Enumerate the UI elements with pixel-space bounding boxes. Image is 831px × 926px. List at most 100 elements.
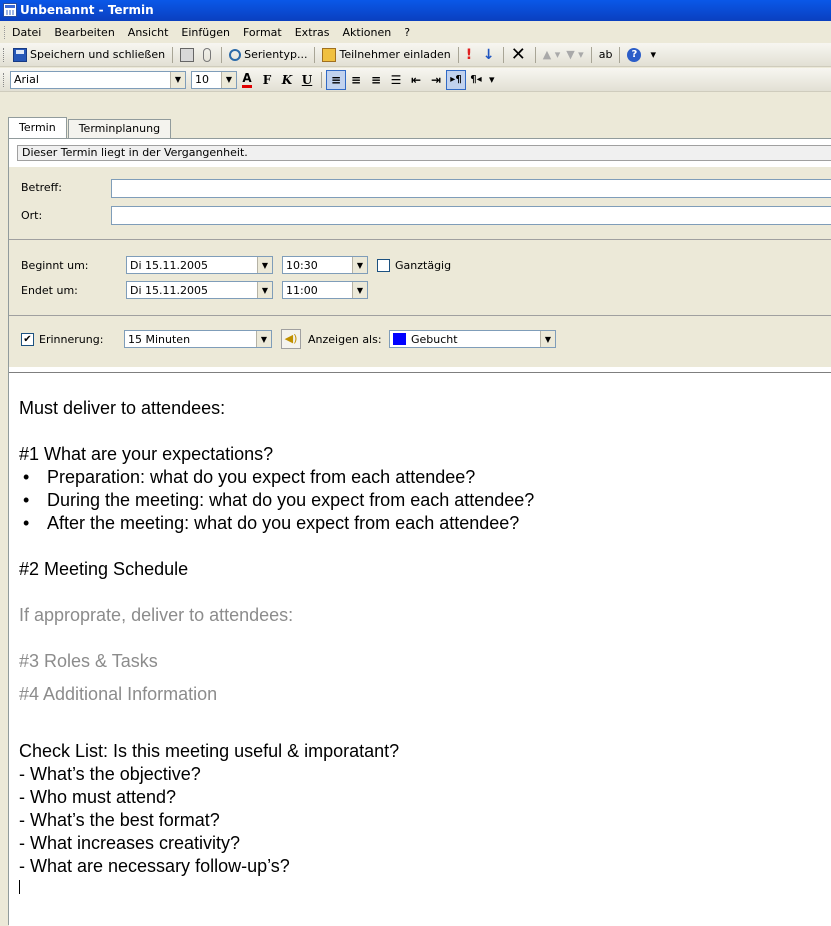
appointment-body-editor[interactable]: Must deliver to attendees: #1 What are y… [9, 372, 831, 926]
tab-terminplanung[interactable]: Terminplanung [67, 119, 172, 139]
end-time-select[interactable]: 11:00 ▼ [282, 281, 368, 299]
show-as-label: Anzeigen als: [308, 333, 382, 346]
list-item: After the meeting: what do you expect fr… [19, 512, 831, 535]
high-importance-button[interactable]: ! [463, 45, 480, 65]
menu-datei[interactable]: Datei [12, 26, 41, 39]
chevron-down-icon[interactable]: ▼ [352, 282, 367, 298]
separator [502, 46, 504, 63]
list-item: - Who must attend? [19, 787, 177, 807]
rtl-icon: ¶◂ [470, 74, 482, 85]
formatting-toolbar: Arial ▼ 10 ▼ A F K U ≡ ≡ ≡ ☰ ⇤ ⇥ ▸¶ ¶◂ ▾ [0, 68, 831, 92]
separator [619, 46, 621, 63]
tab-termin[interactable]: Termin [8, 117, 67, 139]
menu-bearbeiten[interactable]: Bearbeiten [54, 26, 114, 39]
body-item2-title: #2 Meeting Schedule [19, 559, 189, 579]
list-item: - What increases creativity? [19, 833, 241, 853]
toolbar-options-button[interactable]: ▾ [647, 45, 659, 65]
reminder-sound-button[interactable]: ◀) [281, 329, 301, 349]
chevron-down-icon[interactable]: ▼ [540, 331, 555, 347]
align-center-icon: ≡ [350, 72, 362, 87]
align-right-button[interactable]: ≡ [366, 70, 386, 90]
italic-button[interactable]: K [277, 70, 297, 90]
delete-button[interactable]: ✕ [508, 45, 531, 65]
ltr-button[interactable]: ▸¶ [446, 69, 466, 90]
standard-toolbar: Speichern und schließen Serientyp... Tei… [0, 43, 831, 67]
italic-icon: K [281, 72, 293, 87]
chevron-down-icon[interactable]: ▼ [170, 71, 185, 88]
next-item-button[interactable]: ▼ ▾ [563, 45, 586, 65]
align-left-button[interactable]: ≡ [326, 69, 346, 90]
start-date-select[interactable]: Di 15.11.2005 ▼ [126, 256, 273, 274]
underline-button[interactable]: U [297, 70, 317, 90]
busy-status-swatch [393, 333, 406, 345]
address-book-icon: ab [598, 48, 613, 61]
body-item3-title: #3 Roles & Tasks [19, 651, 158, 671]
recurrence-button[interactable]: Serientyp... [226, 45, 310, 65]
chevron-down-icon[interactable]: ▼ [257, 282, 272, 298]
list-item: - What are necessary follow-up’s? [19, 856, 290, 876]
end-label: Endet um: [21, 284, 78, 297]
arrow-down-icon: ↓ [482, 46, 495, 63]
separator [321, 71, 322, 88]
chevron-down-icon[interactable]: ▼ [352, 257, 367, 273]
calendar-icon [3, 3, 17, 17]
underline-icon: U [301, 72, 313, 87]
chevron-down-icon: ▾ [650, 48, 656, 61]
toolbar-grip[interactable] [3, 73, 6, 87]
toolbar-options-button[interactable]: ▾ [486, 70, 498, 90]
toolbar-grip[interactable] [3, 48, 6, 62]
menu-ansicht[interactable]: Ansicht [128, 26, 169, 39]
bullet-list-icon: ☰ [390, 72, 402, 87]
attach-button[interactable] [200, 45, 217, 65]
subject-input[interactable] [111, 179, 831, 198]
end-date-select[interactable]: Di 15.11.2005 ▼ [126, 281, 273, 299]
reminder-select[interactable]: 15 Minuten ▼ [124, 330, 272, 348]
tab-strip: Termin Terminplanung [8, 117, 172, 139]
align-center-button[interactable]: ≡ [346, 70, 366, 90]
show-as-select[interactable]: Gebucht ▼ [389, 330, 556, 348]
appointment-form: Betreff: Ort: Beginnt um: Di 15.11.2005 … [9, 167, 831, 367]
body-heading-optional: If approprate, deliver to attendees: [19, 605, 294, 625]
menu-einfuegen[interactable]: Einfügen [181, 26, 230, 39]
chevron-down-icon[interactable]: ▼ [257, 257, 272, 273]
chevron-down-icon[interactable]: ▼ [256, 331, 271, 347]
separator [590, 46, 592, 63]
chevron-down-icon[interactable]: ▼ [221, 71, 236, 88]
toolbar-grip[interactable] [4, 26, 7, 39]
print-button[interactable] [177, 45, 200, 65]
list-item: - What’s the objective? [19, 764, 201, 784]
help-button[interactable]: ? [624, 45, 647, 65]
close-icon: ✕ [510, 43, 526, 65]
menu-aktionen[interactable]: Aktionen [343, 26, 392, 39]
address-check-button[interactable]: ab [596, 45, 616, 65]
bold-button[interactable]: F [257, 70, 277, 90]
menu-format[interactable]: Format [243, 26, 282, 39]
rtl-button[interactable]: ¶◂ [466, 70, 486, 90]
bullets-button[interactable]: ☰ [386, 70, 406, 90]
location-input[interactable] [111, 206, 831, 225]
menu-extras[interactable]: Extras [295, 26, 330, 39]
increase-indent-button[interactable]: ⇥ [426, 70, 446, 90]
save-close-button[interactable]: Speichern und schließen [10, 45, 168, 65]
font-color-icon: A [242, 71, 252, 88]
font-size-select[interactable]: 10 ▼ [191, 70, 237, 89]
start-time-select[interactable]: 10:30 ▼ [282, 256, 368, 274]
list-item: During the meeting: what do you expect f… [19, 489, 831, 512]
save-icon [13, 47, 27, 62]
low-importance-button[interactable]: ↓ [480, 45, 499, 65]
print-icon [180, 47, 195, 62]
divider [9, 239, 831, 240]
menu-help[interactable]: ? [404, 26, 410, 39]
separator [534, 46, 536, 63]
list-item: Preparation: what do you expect from eac… [19, 466, 831, 489]
decrease-indent-button[interactable]: ⇤ [406, 70, 426, 90]
font-color-button[interactable]: A [237, 70, 257, 90]
list-item: - What’s the best format? [19, 810, 220, 830]
speaker-icon: ◀) [284, 332, 298, 345]
invite-attendees-button[interactable]: Teilnehmer einladen [319, 45, 453, 65]
reminder-checkbox[interactable]: ✔ [21, 333, 34, 346]
font-select[interactable]: Arial ▼ [10, 70, 186, 89]
allday-checkbox[interactable] [377, 259, 390, 272]
previous-item-button[interactable]: ▲ ▾ [540, 45, 563, 65]
start-label: Beginnt um: [21, 259, 89, 272]
